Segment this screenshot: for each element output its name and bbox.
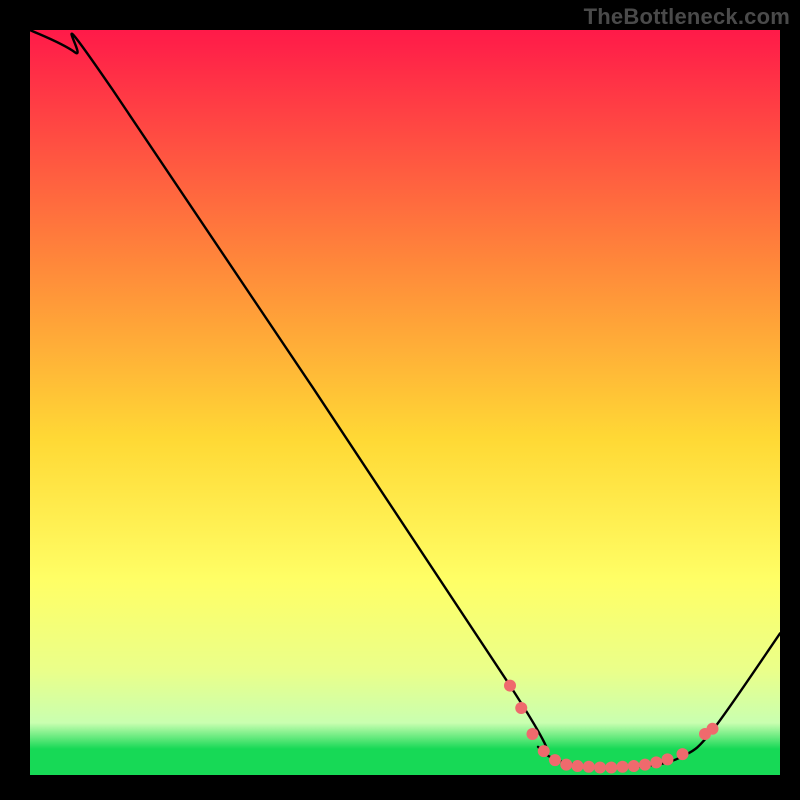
frame-bottom bbox=[0, 775, 800, 800]
data-marker bbox=[617, 761, 629, 773]
data-marker bbox=[662, 753, 674, 765]
frame-right bbox=[780, 0, 800, 800]
watermark-text: TheBottleneck.com bbox=[584, 4, 790, 30]
data-marker bbox=[549, 754, 561, 766]
data-marker bbox=[628, 760, 640, 772]
frame-left bbox=[0, 0, 30, 800]
chart-svg bbox=[0, 0, 800, 800]
data-marker bbox=[605, 762, 617, 774]
data-marker bbox=[650, 756, 662, 768]
data-marker bbox=[639, 759, 651, 771]
data-marker bbox=[707, 723, 719, 735]
data-marker bbox=[583, 761, 595, 773]
chart-frame: TheBottleneck.com bbox=[0, 0, 800, 800]
data-marker bbox=[504, 680, 516, 692]
data-marker bbox=[538, 745, 550, 757]
plot-background bbox=[30, 30, 780, 775]
data-marker bbox=[515, 702, 527, 714]
data-marker bbox=[572, 760, 584, 772]
data-marker bbox=[594, 762, 606, 774]
data-marker bbox=[677, 748, 689, 760]
data-marker bbox=[527, 728, 539, 740]
data-marker bbox=[560, 759, 572, 771]
